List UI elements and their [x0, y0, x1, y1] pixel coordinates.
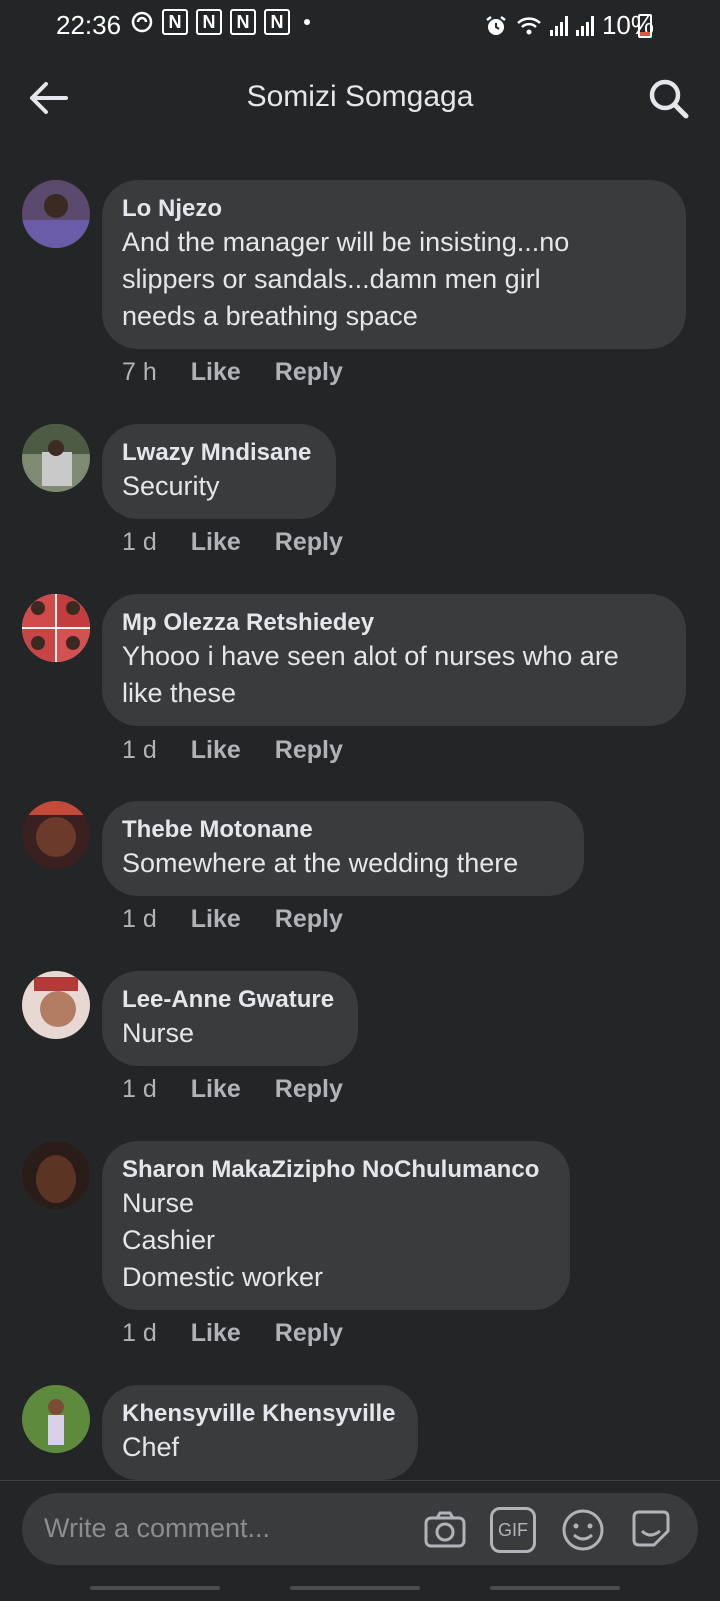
comment-time[interactable]: 1 d [122, 736, 157, 765]
system-nav-bar [0, 1580, 720, 1600]
comment-time[interactable]: 1 d [122, 528, 157, 557]
comment-time[interactable]: 7 h [122, 358, 157, 387]
comment-time[interactable]: 1 d [122, 905, 157, 934]
avatar[interactable] [22, 1141, 90, 1209]
signal-icon [575, 15, 594, 36]
avatar[interactable] [22, 801, 90, 869]
comment-text: And the manager will be insisting...no s… [122, 227, 570, 331]
comment-time[interactable]: 1 d [122, 1075, 157, 1104]
page-title: Somizi Somgaga [246, 80, 474, 113]
comment-text: Somewhere at the wedding there [122, 848, 519, 878]
comment-bubble[interactable]: Khensyville Khensyville Chef [102, 1385, 418, 1480]
comment-text: Nurse [122, 1018, 195, 1048]
comment-author[interactable]: Lo Njezo [122, 194, 664, 224]
sync-icon [131, 11, 153, 33]
search-icon[interactable] [646, 76, 690, 120]
comment-composer: GIF [22, 1493, 698, 1565]
comment-bubble[interactable]: Lo Njezo And the manager will be insisti… [102, 180, 686, 349]
comment-author[interactable]: Lwazy Mndisane [122, 438, 314, 468]
like-button[interactable]: Like [191, 905, 241, 934]
comment-text: Security [122, 471, 220, 501]
reply-button[interactable]: Reply [275, 358, 343, 387]
comment-bubble[interactable]: Thebe Motonane Somewhere at the wedding … [102, 801, 584, 896]
avatar[interactable] [22, 424, 90, 492]
comment-actions: 1 d Like Reply [122, 736, 343, 765]
comment-actions: 1 d Like Reply [122, 528, 343, 557]
notification-n-icon: N [264, 9, 290, 35]
comment-text: Nurse Cashier Domestic worker [122, 1188, 324, 1292]
system-icons: 10% [484, 10, 654, 41]
comment-author[interactable]: Sharon MakaZizipho NoChulumanco [122, 1155, 548, 1185]
comment-text: Chef [122, 1432, 180, 1462]
notification-icons: N N N N [130, 9, 310, 35]
comment-actions: 7 h Like Reply [122, 358, 343, 387]
camera-icon[interactable] [422, 1507, 468, 1553]
notification-n-icon: N [230, 9, 256, 35]
comment-list[interactable]: Lo Njezo And the manager will be insisti… [0, 150, 720, 1480]
battery-icon [638, 14, 652, 38]
nav-back[interactable] [490, 1586, 620, 1590]
notification-n-icon: N [162, 9, 188, 35]
comment-bubble[interactable]: Lee-Anne Gwature Nurse [102, 971, 358, 1066]
more-notifications-dot [304, 19, 310, 25]
status-time: 22:36 [56, 10, 122, 40]
reply-button[interactable]: Reply [275, 528, 343, 557]
comment-actions: 1 d Like Reply [122, 905, 343, 934]
gif-icon[interactable]: GIF [490, 1507, 536, 1553]
like-button[interactable]: Like [191, 528, 241, 557]
comment-input[interactable] [44, 1513, 394, 1544]
nav-recents[interactable] [90, 1586, 220, 1590]
nav-home[interactable] [290, 1586, 420, 1590]
comment-author[interactable]: Khensyville Khensyville [122, 1399, 396, 1429]
wifi-icon [517, 16, 541, 34]
reply-button[interactable]: Reply [275, 905, 343, 934]
comment-time[interactable]: 1 d [122, 1319, 157, 1348]
avatar[interactable] [22, 180, 90, 248]
avatar[interactable] [22, 1385, 90, 1453]
app-header: Somizi Somgaga [0, 54, 720, 144]
comment-author[interactable]: Thebe Motonane [122, 815, 562, 845]
like-button[interactable]: Like [191, 736, 241, 765]
alarm-icon [486, 15, 506, 35]
comment-text: Yhooo i have seen alot of nurses who are… [122, 641, 619, 708]
comment-actions: 1 d Like Reply [122, 1319, 343, 1348]
avatar[interactable] [22, 594, 90, 662]
comment-author[interactable]: Lee-Anne Gwature [122, 985, 336, 1015]
status-bar: 22:36 N N N N 10% [0, 0, 720, 54]
reply-button[interactable]: Reply [275, 1319, 343, 1348]
reply-button[interactable]: Reply [275, 1075, 343, 1104]
comment-bubble[interactable]: Lwazy Mndisane Security [102, 424, 336, 519]
like-button[interactable]: Like [191, 1075, 241, 1104]
like-button[interactable]: Like [191, 358, 241, 387]
comment-actions: 1 d Like Reply [122, 1075, 343, 1104]
emoji-icon[interactable] [560, 1507, 606, 1553]
gif-label: GIF [498, 1520, 528, 1540]
like-button[interactable]: Like [191, 1319, 241, 1348]
signal-icon [549, 15, 568, 36]
comment-bubble[interactable]: Sharon MakaZizipho NoChulumanco Nurse Ca… [102, 1141, 570, 1310]
avatar[interactable] [22, 971, 90, 1039]
reply-button[interactable]: Reply [275, 736, 343, 765]
comment-author[interactable]: Mp Olezza Retshiedey [122, 608, 664, 638]
comment-bubble[interactable]: Mp Olezza Retshiedey Yhooo i have seen a… [102, 594, 686, 726]
sticker-icon[interactable] [628, 1507, 674, 1553]
notification-n-icon: N [196, 9, 222, 35]
